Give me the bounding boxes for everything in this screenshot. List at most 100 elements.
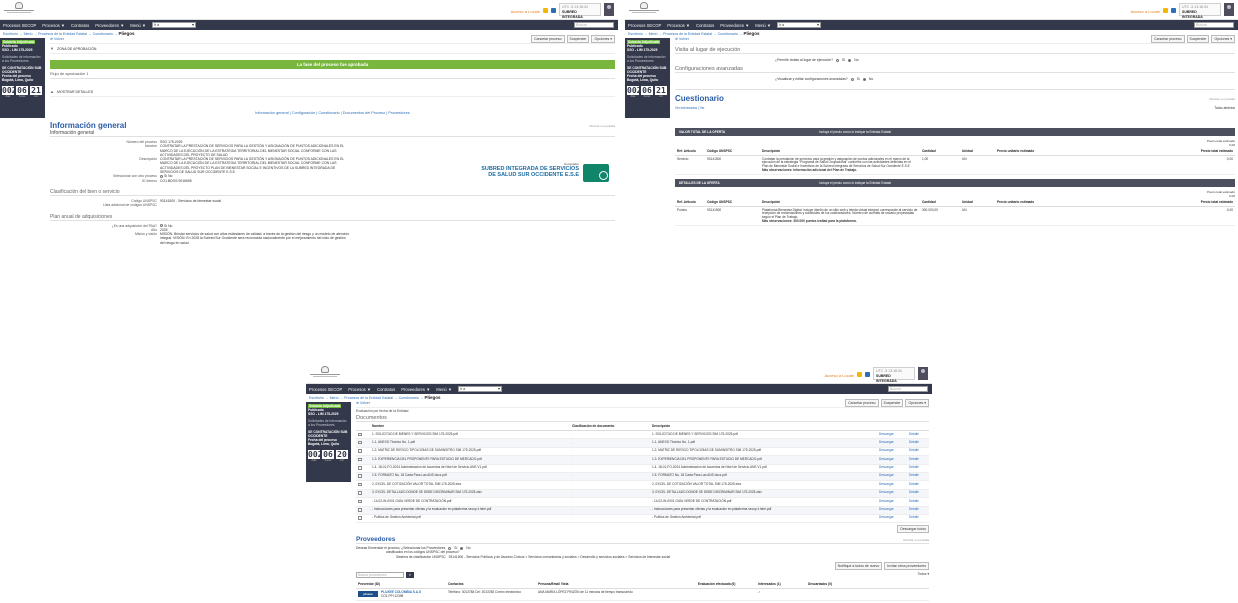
document-row[interactable]: 1.2. MATRIZ DE RIESGO TIPOLOGÍAS DE SUMI… [356, 448, 929, 457]
detail-link[interactable]: Detalle [907, 490, 929, 495]
back-button[interactable]: ⊕ Volver [675, 37, 689, 41]
back-button[interactable]: ⊕ Volver [356, 401, 370, 405]
checkbox[interactable] [358, 482, 362, 487]
show-details-toggle[interactable]: ▲ MOSTRAR DETALLES [50, 87, 615, 97]
user-box[interactable]: UTC -5 13:18:34 SUBRED INTEGRADA [873, 367, 915, 383]
detail-link[interactable]: Detalle [907, 482, 929, 487]
co-flag-icon[interactable] [543, 8, 548, 13]
detail-link[interactable]: Detalle [907, 507, 929, 512]
document-row[interactable]: 1.1. ANEXO Técnico No. 1.pdf - 1.1. ANEXO … [356, 439, 929, 448]
nav-proveedores[interactable]: Proveedores ▼ [95, 23, 124, 28]
cancel-process-button[interactable]: Cancelar proceso [531, 35, 565, 43]
document-row[interactable]: 2. EXCEL DE COTIZACIÓN VALOR TOTAL SIM 1… [356, 481, 929, 490]
download-link[interactable]: Descargar [877, 482, 907, 487]
checkbox[interactable] [358, 432, 362, 436]
download-link[interactable]: Descargar [877, 499, 907, 504]
nav-procesos[interactable]: Procesos ▼ [348, 387, 371, 392]
top-link[interactable]: Acceso a Locale [825, 373, 854, 378]
detail-link[interactable]: Detalle [907, 465, 929, 470]
expand-all[interactable]: Todos abiertos [1214, 106, 1235, 110]
corner-link[interactable]: Mostrar en pantalla [903, 538, 929, 542]
sidebar-link[interactable]: Solicitudes de información a los Proveed… [2, 55, 43, 63]
avatar[interactable] [1224, 3, 1234, 16]
cancel-process-button[interactable]: Cancelar proceso [845, 399, 879, 407]
user-box[interactable]: UTC -5 13:18:34 SUBRED INTEGRADA [559, 3, 601, 19]
sub-tabs[interactable]: Ver interesados | Ver [675, 106, 705, 110]
nav-proveedores[interactable]: Proveedores ▼ [720, 23, 749, 28]
detail-link[interactable]: Detalle [907, 473, 929, 478]
checkbox[interactable] [358, 440, 362, 445]
document-row[interactable]: 1. SOLICITUD DE BIENES Y SERVICIOS SIM 1… [356, 431, 929, 440]
download-link[interactable]: Descargar [877, 507, 907, 512]
document-row[interactable]: - 14-02-IN-0001 GUÍA VERDE DE CONTRATACI… [356, 498, 929, 507]
detail-link[interactable]: Detalle [907, 457, 929, 462]
co-flag-icon[interactable] [1163, 8, 1168, 13]
nav-menu[interactable]: Menú ▼ [755, 23, 771, 28]
suspend-button[interactable]: Suspender [1186, 35, 1210, 43]
nav-secop[interactable]: Procesos SECOP [628, 23, 661, 28]
back-button[interactable]: ⊕ Volver [50, 37, 64, 41]
document-row[interactable]: 1.5. FORMATO No. 18 Carta Para Las ANS d… [356, 472, 929, 482]
checkbox[interactable] [358, 516, 362, 520]
corner-link[interactable]: Mostrar en pantalla [589, 124, 615, 128]
avatar[interactable] [604, 3, 614, 16]
checkbox[interactable] [358, 499, 362, 504]
download-link[interactable]: Descargar [877, 432, 907, 437]
download-link[interactable]: Descargar [877, 440, 907, 445]
notify-all-button[interactable]: Notifique a todos de nuevo [834, 562, 883, 571]
detail-link[interactable]: Detalle [907, 499, 929, 504]
document-row[interactable]: 3. EXCEL DETALLADO DONDE SE DEBE DISCRIM… [356, 489, 929, 499]
search-icon[interactable]: ⌕ [406, 572, 414, 579]
site-visit-question[interactable]: ¿Permitir visitas al lugar de ejecución?… [775, 58, 1235, 62]
download-link[interactable]: Descargar [877, 457, 907, 462]
download-link[interactable]: Descargar [877, 448, 907, 453]
nav-proveedores[interactable]: Proveedores ▼ [401, 387, 430, 392]
approval-zone-toggle[interactable]: ▼ ZONA DE APROBACIÓN [50, 44, 615, 54]
checkbox[interactable] [358, 449, 362, 453]
document-row[interactable]: - Instrucciones para presentar ofertas y… [356, 506, 929, 515]
sidebar-link[interactable]: Solicitudes de información a los Proveed… [627, 55, 668, 63]
checkbox[interactable] [358, 466, 362, 470]
nav-menu[interactable]: Menú ▼ [130, 23, 146, 28]
download-link[interactable]: Descargar [877, 465, 907, 470]
download-link[interactable]: Descargar [877, 490, 907, 495]
checkbox[interactable] [358, 491, 362, 495]
sidebar-link[interactable]: Solicitudes de información a los Proveed… [308, 419, 349, 427]
download-link[interactable]: Descargar [877, 473, 907, 478]
nav-secop[interactable]: Procesos SECOP [3, 23, 36, 28]
download-all-button[interactable]: Descargar todos [897, 525, 929, 534]
cancel-process-button[interactable]: Cancelar proceso [1151, 35, 1185, 43]
options-button[interactable]: Opciones ▾ [1211, 35, 1235, 43]
grid-icon[interactable] [865, 372, 870, 377]
search-input[interactable]: Buscar [888, 386, 928, 392]
invite-providers-button[interactable]: Invitar otros proveedores [884, 562, 929, 571]
document-row[interactable]: 1.3. EXPERIENCIA DEL PROPONENTE PARA EST… [356, 456, 929, 465]
grid-icon[interactable] [551, 8, 556, 13]
corner-link[interactable]: Mostrar en pantalla [1209, 97, 1235, 101]
nav-contratos[interactable]: Contratos [71, 23, 89, 28]
options-button[interactable]: Opciones ▾ [905, 399, 929, 407]
detail-link[interactable]: Detalle [907, 440, 929, 445]
document-row[interactable]: - Política de Gestión Ambiental.pdf - - Po… [356, 515, 929, 524]
detail-link[interactable]: Detalle [907, 448, 929, 453]
nav-goto-select[interactable]: Ir a [152, 22, 197, 28]
search-input[interactable]: Buscar [1194, 22, 1234, 28]
nav-secop[interactable]: Procesos SECOP [309, 387, 342, 392]
top-link[interactable]: Acceso a Locale [511, 9, 540, 14]
detail-link[interactable]: Detalle [907, 515, 929, 520]
nav-goto-select[interactable]: Ir a [458, 386, 503, 392]
group-total-header[interactable]: VALOR TOTAL DE LA OFERTA Incluya el prec… [675, 128, 1235, 136]
provider-search-input[interactable]: Buscar proveedores [356, 572, 404, 579]
grid-icon[interactable] [1171, 8, 1176, 13]
nav-procesos[interactable]: Procesos ▼ [42, 23, 65, 28]
nav-procesos[interactable]: Procesos ▼ [667, 23, 690, 28]
avatar[interactable] [918, 367, 928, 380]
co-flag-icon[interactable] [857, 372, 862, 377]
checkbox[interactable] [358, 508, 362, 512]
suspend-button[interactable]: Suspender [566, 35, 590, 43]
checkbox[interactable] [358, 457, 362, 462]
options-button[interactable]: Opciones ▾ [591, 35, 615, 43]
advanced-question[interactable]: ¿Visualizar y editar configuraciones ava… [775, 77, 1235, 81]
nav-contratos[interactable]: Contratos [377, 387, 395, 392]
provider-row[interactable]: pluxee PLUXEE COLOMBIA S.A.S CO1.PPI.1239… [356, 589, 929, 601]
